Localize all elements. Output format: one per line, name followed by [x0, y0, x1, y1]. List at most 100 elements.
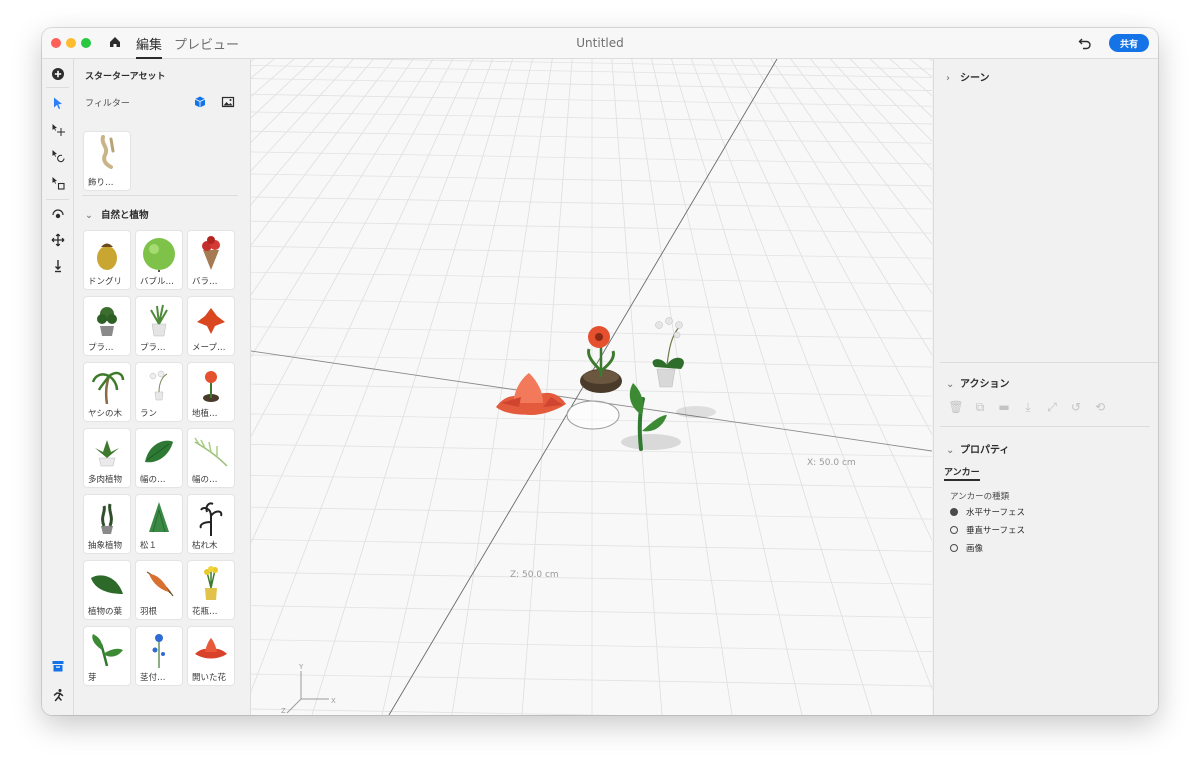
grid-line [251, 245, 932, 259]
asset-tile[interactable]: 茎付… [136, 627, 182, 685]
asset-tile[interactable]: 羽根 [136, 561, 182, 619]
asset-tile[interactable]: ラン [136, 363, 182, 421]
asset-thumbnail [143, 238, 175, 272]
asset-tile[interactable]: プラ… [136, 297, 182, 355]
grid-line [251, 59, 522, 715]
asset-thumbnail [95, 440, 119, 467]
scale-icon[interactable] [50, 175, 66, 191]
asset-label: プラ… [140, 343, 166, 353]
asset-tile[interactable]: 抽象植物 [84, 495, 130, 553]
action-label: アクション [960, 379, 1010, 390]
add-icon[interactable] [50, 66, 66, 82]
asset-tile[interactable]: メープ… [188, 297, 234, 355]
asset-thumbnail [101, 503, 113, 534]
grid-line [251, 173, 932, 187]
asset-thumbnail [91, 575, 123, 594]
asset-tile[interactable]: バブル… [136, 231, 182, 289]
reset-icon[interactable]: ↺ [1068, 399, 1084, 415]
asset-thumbnail [199, 502, 223, 536]
run-icon[interactable] [50, 687, 66, 703]
radio-image[interactable]: 画像 [950, 542, 983, 554]
asset-thumbnail [146, 571, 174, 597]
asset-library-icon[interactable] [50, 658, 66, 674]
asset-tile[interactable]: プラ… [84, 297, 130, 355]
asset-label: 開いた花 [192, 673, 227, 683]
align-icon[interactable] [50, 258, 66, 274]
chevron-down-icon: ⌄ [946, 445, 955, 456]
expand-icon[interactable]: ⤢ [1044, 399, 1060, 415]
asset-thumbnail [197, 308, 225, 334]
grid-line [251, 539, 932, 552]
image-filter-icon[interactable] [221, 95, 235, 109]
replace-icon[interactable]: ⟲ [1092, 399, 1108, 415]
radio-label: 画像 [966, 544, 984, 554]
document-title: Untitled [576, 36, 624, 50]
tool-divider [46, 87, 69, 88]
grid-line [251, 506, 932, 520]
asset-label: 植物の葉 [88, 607, 123, 617]
asset-thumbnail [204, 566, 218, 600]
asset-tile[interactable]: 幅の… [136, 429, 182, 487]
tab-anchor[interactable]: アンカー [944, 465, 980, 481]
asset-tile[interactable]: バラ… [188, 231, 234, 289]
asset-tile[interactable]: 幅の… [188, 429, 234, 487]
radio-dot [950, 508, 958, 516]
asset-tile[interactable]: 芽 [84, 627, 130, 685]
asset-label: ヤシの木 [88, 409, 123, 419]
asset-label: 羽根 [140, 607, 158, 617]
delete-icon[interactable]: 🗑︎ [948, 399, 964, 415]
grid-line [251, 271, 932, 285]
asset-label: 地植… [192, 409, 218, 419]
scene-section-header[interactable]: › シーン [946, 69, 990, 84]
app-window: 編集 プレビュー Untitled 共有 スターターアセット フィルター 飾り…… [42, 28, 1158, 715]
move-icon[interactable] [50, 122, 66, 138]
starter-assets-panel: スターターアセット フィルター 飾り… ⌄ 自然と植物 ドングリ バブル… バラ… プラ… [74, 59, 268, 715]
asset-tile[interactable]: 飾り… [84, 132, 130, 190]
asset-label: バラ… [192, 277, 218, 287]
grid-line [251, 196, 932, 210]
asset-tile[interactable]: 枯れ木 [188, 495, 234, 553]
panel-title: スターターアセット [85, 72, 166, 82]
asset-tile[interactable]: 松１ [136, 495, 182, 553]
asset-tile[interactable]: 植物の葉 [84, 561, 130, 619]
radio-dot [950, 526, 958, 534]
select-arrow-icon[interactable] [50, 95, 66, 111]
chevron-down-icon: ⌄ [85, 210, 93, 221]
radio-vertical-surface[interactable]: 垂直サーフェス [950, 524, 1025, 536]
grid-line [251, 298, 932, 312]
duplicate-icon[interactable]: ⧉ [972, 399, 988, 415]
radio-horizontal-surface[interactable]: 水平サーフェス [950, 506, 1025, 518]
section-divider [82, 195, 238, 196]
grid-line [251, 93, 932, 107]
ornament-thumbnail [100, 135, 115, 169]
asset-tile[interactable]: 開いた花 [188, 627, 234, 685]
asset-label: 枯れ木 [192, 541, 218, 551]
asset-tile[interactable]: 地植… [188, 363, 234, 421]
section-divider [940, 426, 1150, 427]
action-section-header[interactable]: ⌄ アクション [946, 375, 1010, 390]
asset-tile[interactable]: 花瓶… [188, 561, 234, 619]
share-button[interactable]: 共有 [1109, 34, 1149, 52]
asset-thumbnail [92, 634, 123, 667]
3d-viewport[interactable]: X: 50.0 cm Z: 50.0 cm Y X Z [251, 59, 932, 715]
asset-label: プラ… [88, 343, 114, 353]
asset-label: 幅の… [140, 475, 166, 485]
grid-line [251, 605, 932, 619]
asset-label: 幅の… [192, 475, 218, 485]
asset-tile[interactable]: 多肉植物 [84, 429, 130, 487]
section-nature-plants[interactable]: ⌄ 自然と植物 [85, 207, 149, 221]
drop-icon[interactable] [50, 232, 66, 248]
group-folder-icon[interactable]: ▬ [996, 399, 1012, 415]
rotate-icon[interactable] [50, 148, 66, 164]
asset-label: ドングリ [88, 277, 123, 287]
asset-tile[interactable]: ドングリ [84, 231, 130, 289]
property-section-header[interactable]: ⌄ プロパティ [946, 441, 1009, 456]
asset-thumbnail [150, 304, 168, 337]
transform-icon[interactable] [50, 206, 66, 222]
undo-icon[interactable] [1078, 36, 1092, 50]
download-icon[interactable]: ⤓ [1020, 399, 1036, 415]
asset-thumbnail [195, 638, 227, 659]
action-toolbar: 🗑︎ ⧉ ▬ ⤓ ⤢ ↺ ⟲ [948, 399, 1108, 415]
3d-model-filter-icon[interactable] [193, 95, 207, 109]
asset-tile[interactable]: ヤシの木 [84, 363, 130, 421]
